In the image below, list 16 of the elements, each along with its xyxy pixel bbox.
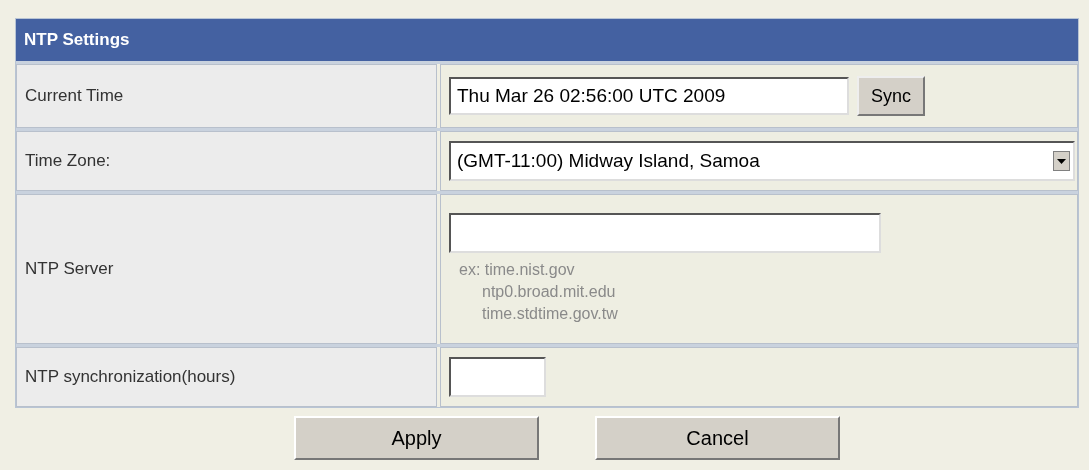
server-field[interactable]	[449, 213, 881, 253]
sync-button[interactable]: Sync	[857, 76, 926, 116]
caret-icon	[1053, 151, 1070, 171]
panel-header: NTP Settings	[16, 19, 1078, 61]
field-label: Current Time	[16, 64, 437, 128]
timezone-dropdown[interactable]: (GMT-11:00) Midway Island, Samoa	[449, 141, 1075, 181]
field-label: NTP synchronization(hours)	[16, 347, 437, 407]
field-label: Time Zone:	[16, 131, 437, 191]
example-text: ex: time.nist.gov	[458, 260, 576, 280]
example-text: time.stdtime.gov.tw	[481, 304, 619, 324]
hours-field[interactable]	[449, 357, 546, 397]
apply-button[interactable]: Apply	[294, 416, 539, 460]
field-label: NTP Server	[16, 194, 437, 344]
time-field[interactable]: Thu Mar 26 02:56:00 UTC 2009	[449, 77, 849, 115]
example-text: ntp0.broad.mit.edu	[481, 282, 617, 302]
cancel-button[interactable]: Cancel	[595, 416, 840, 460]
